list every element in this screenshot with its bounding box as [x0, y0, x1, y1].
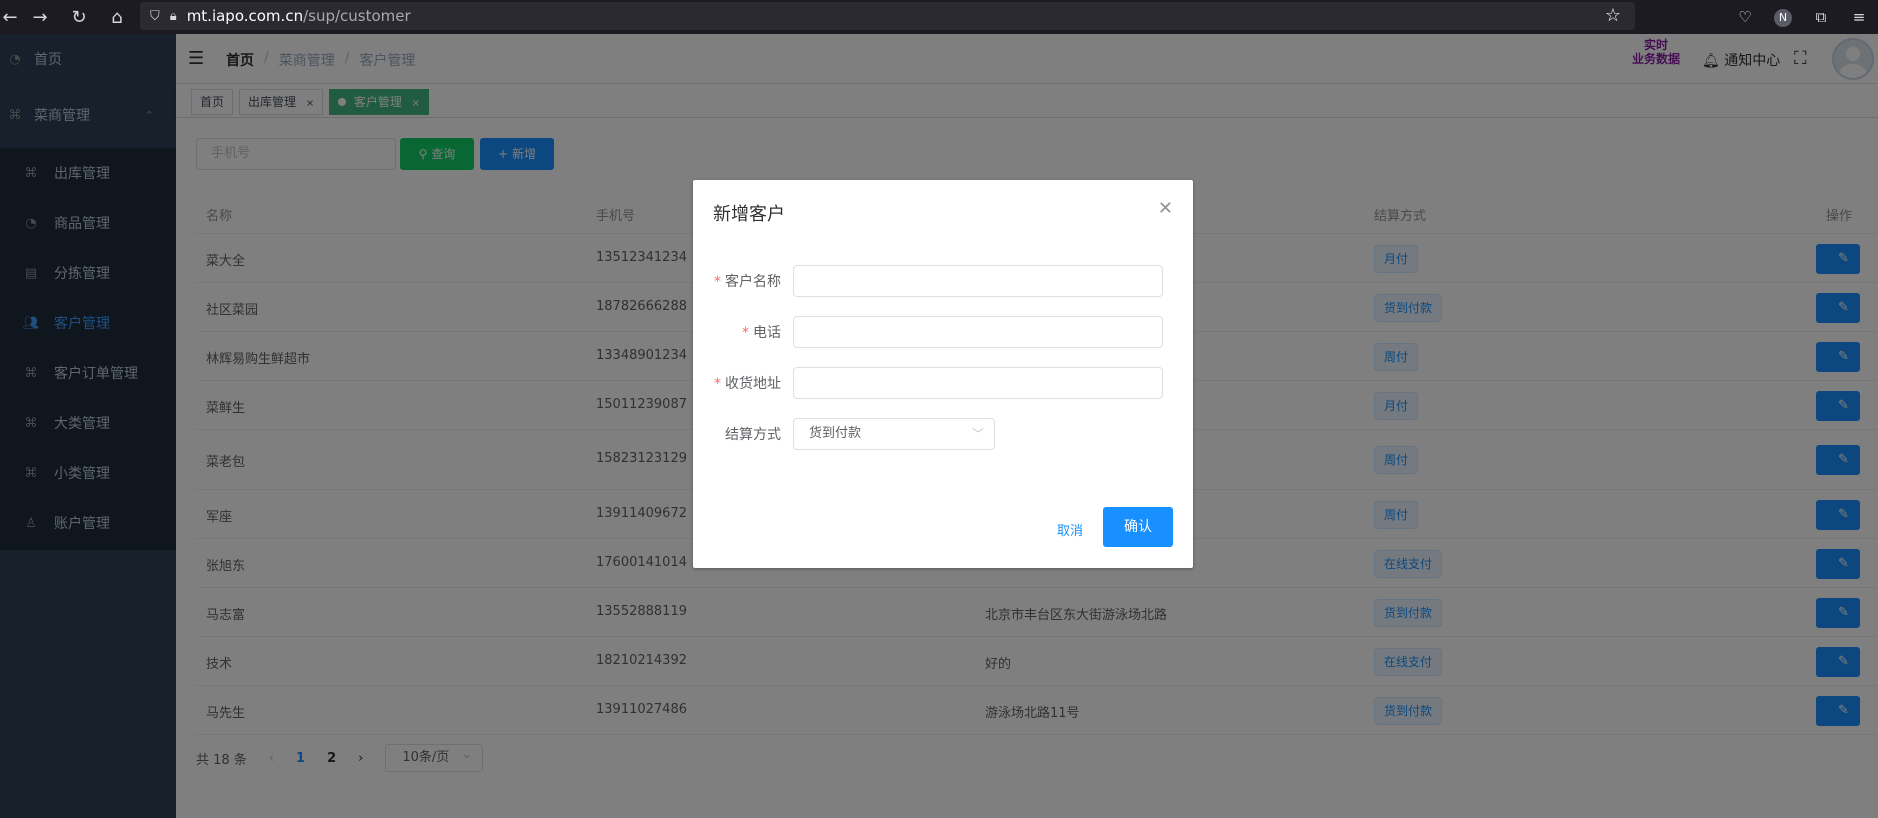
name-label: * 客户名称 [714, 274, 781, 290]
add-customer-dialog: 新增客户 ✕ * 客户名称 * 电话 * 收货地址 结算方式 货到付款 ﹀ 取消 确认 [693, 180, 1193, 568]
phone-field[interactable] [793, 316, 1163, 348]
payment-label-text: 结算方式 [725, 427, 781, 443]
back-icon[interactable]: ← [0, 0, 20, 34]
close-icon[interactable]: ✕ [1158, 198, 1173, 219]
customer-name-field[interactable] [793, 265, 1163, 297]
name-label-text: 客户名称 [725, 274, 781, 290]
address-field[interactable] [793, 367, 1163, 399]
url-text: mt.iapo.com.cn/sup/customer [187, 7, 411, 25]
address-label: * 收货地址 [714, 376, 781, 392]
menu-icon[interactable]: ≡ [1840, 8, 1878, 26]
address-bar[interactable]: ⛉ 🔒︎ mt.iapo.com.cn/sup/customer ☆ [140, 2, 1635, 30]
address-label-text: 收货地址 [725, 376, 781, 392]
confirm-button[interactable]: 确认 [1103, 507, 1173, 547]
lock-icon: 🔒︎ [169, 8, 177, 24]
forward-icon[interactable]: → [20, 0, 60, 34]
payment-label: 结算方式 [693, 424, 781, 444]
chevron-down-icon: ﹀ [971, 427, 984, 441]
extensions-icon[interactable]: ⧉ [1802, 8, 1840, 26]
payment-select[interactable]: 货到付款 ﹀ [793, 418, 995, 450]
cancel-button[interactable]: 取消 [1057, 520, 1083, 539]
url-path: /sup/customer [303, 7, 411, 25]
browser-toolbar: ← → ↻ ⌂ ⛉ 🔒︎ mt.iapo.com.cn/sup/customer… [0, 0, 1878, 34]
profile-icon[interactable]: N [1764, 7, 1802, 27]
pocket-icon[interactable]: ♡ [1726, 8, 1764, 26]
phone-label: * 电话 [742, 325, 781, 341]
url-host: mt.iapo.com.cn [186, 7, 304, 25]
phone-label-text: 电话 [753, 325, 781, 341]
bookmark-star-icon[interactable]: ☆ [1605, 5, 1621, 26]
reload-icon[interactable]: ↻ [60, 0, 98, 34]
payment-select-value: 货到付款 [809, 426, 862, 441]
dialog-title: 新增客户 [713, 204, 785, 225]
shield-icon: ⛉ [150, 8, 160, 24]
home-icon[interactable]: ⌂ [98, 0, 136, 34]
